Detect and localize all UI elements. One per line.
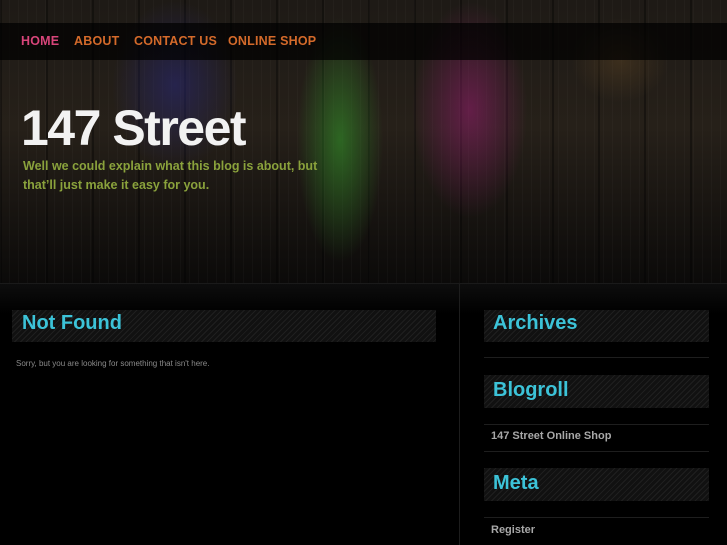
blogroll-title: Blogroll bbox=[493, 379, 569, 401]
column-divider bbox=[459, 284, 460, 545]
not-found-message: Sorry, but you are looking for something… bbox=[16, 359, 210, 368]
nav-home-link[interactable]: HOME bbox=[21, 34, 59, 48]
nav-about-link[interactable]: ABOUT bbox=[74, 34, 119, 48]
divider bbox=[484, 357, 709, 358]
meta-widget-heading: Meta bbox=[484, 468, 709, 501]
not-found-heading-box: Not Found bbox=[12, 310, 436, 342]
page: HOME ABOUT CONTACT US ONLINE SHOP 147 St… bbox=[0, 0, 727, 545]
nav-contact-link[interactable]: CONTACT US bbox=[134, 34, 217, 48]
blogroll-widget-heading: Blogroll bbox=[484, 375, 709, 408]
nav-online-shop-link[interactable]: ONLINE SHOP bbox=[228, 34, 316, 48]
archives-title: Archives bbox=[493, 312, 578, 334]
site-title[interactable]: 147 Street bbox=[21, 98, 247, 158]
meta-title: Meta bbox=[493, 472, 539, 494]
meta-link-register[interactable]: Register bbox=[491, 524, 535, 536]
blogroll-link-online-shop[interactable]: 147 Street Online Shop bbox=[491, 430, 611, 442]
divider bbox=[484, 424, 709, 425]
site-tagline: Well we could explain what this blog is … bbox=[23, 159, 318, 192]
not-found-heading: Not Found bbox=[22, 312, 122, 334]
archives-widget-heading: Archives bbox=[484, 310, 709, 342]
divider bbox=[484, 451, 709, 452]
divider bbox=[484, 517, 709, 518]
top-navigation: HOME ABOUT CONTACT US ONLINE SHOP bbox=[0, 23, 727, 60]
